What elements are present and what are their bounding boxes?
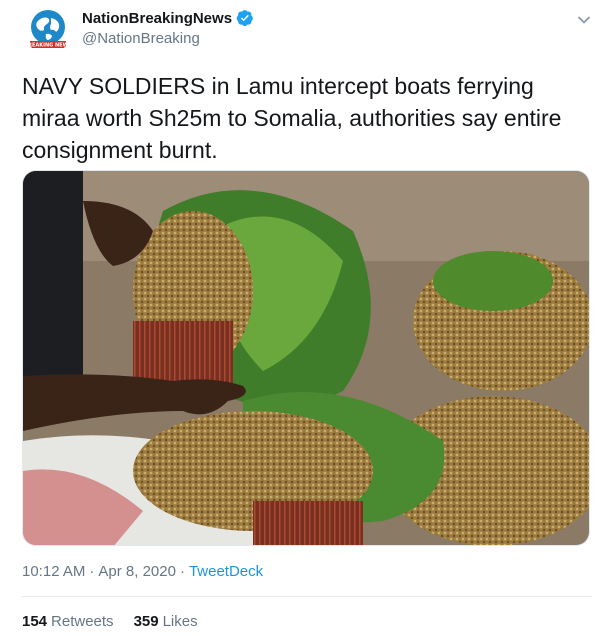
chevron-down-icon[interactable] — [576, 12, 592, 28]
display-name-text[interactable]: NationBreakingNews — [82, 10, 232, 27]
tweet-card: BREAKING NEWS NationBreakingNews @Nation… — [0, 0, 612, 636]
tweet-text: NAVY SOLDIERS in Lamu intercept boats fe… — [22, 73, 562, 163]
display-name[interactable]: NationBreakingNews — [82, 9, 254, 27]
retweets-stat[interactable]: 154 Retweets — [22, 613, 114, 630]
retweets-label: Retweets — [51, 613, 114, 630]
likes-count: 359 — [133, 613, 159, 630]
tweet-time[interactable]: 10:12 AM — [22, 563, 85, 580]
likes-label: Likes — [162, 613, 198, 630]
photo-miraa-bundles — [23, 171, 589, 545]
svg-text:BREAKING NEWS: BREAKING NEWS — [24, 43, 72, 49]
retweets-count: 154 — [22, 613, 48, 630]
likes-stat[interactable]: 359 Likes — [134, 613, 198, 630]
divider — [22, 596, 592, 597]
handle[interactable]: @NationBreaking — [82, 30, 200, 47]
source-link[interactable]: TweetDeck — [189, 563, 263, 580]
globe-logo-icon: BREAKING NEWS — [24, 10, 72, 49]
engagement-stats: 154 Retweets 359 Likes — [22, 613, 198, 630]
tweet-meta: 10:12 AM · Apr 8, 2020 · TweetDeck — [22, 563, 263, 580]
verified-badge-icon — [236, 10, 253, 27]
meta-separator: · — [89, 563, 95, 580]
tweet-photo[interactable] — [22, 170, 590, 546]
avatar[interactable]: BREAKING NEWS — [24, 6, 72, 54]
meta-separator: · — [179, 563, 185, 580]
tweet-date[interactable]: Apr 8, 2020 — [98, 563, 176, 580]
